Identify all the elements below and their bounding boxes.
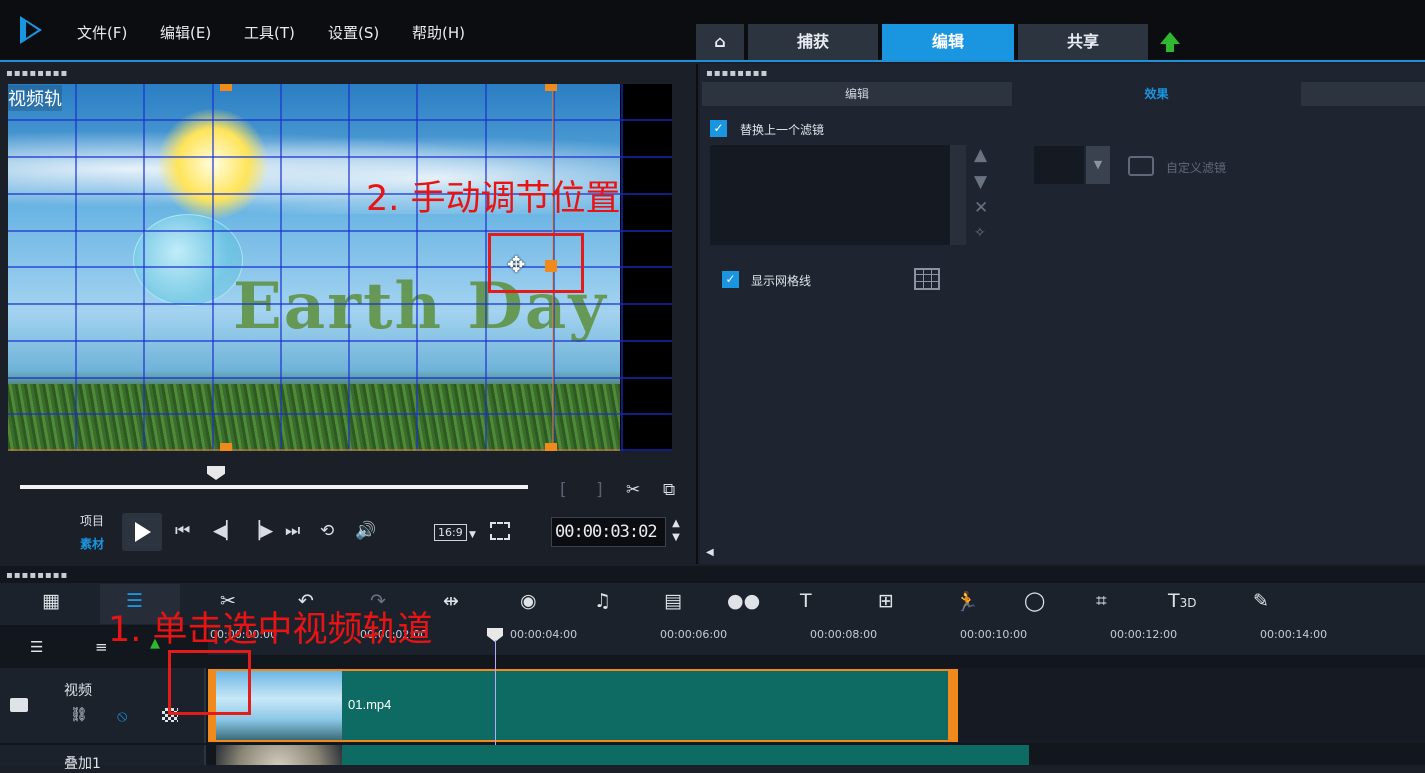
custom-filter-label[interactable]: 自定义滤镜: [1166, 159, 1226, 176]
sound-mixer-icon[interactable]: ♫: [594, 590, 611, 612]
logo-notch: [26, 22, 38, 38]
next-frame-icon[interactable]: ▕▶: [247, 521, 273, 541]
aspect-ratio-value: 16:9: [438, 526, 463, 539]
repeat-icon[interactable]: ⟲: [320, 521, 334, 541]
move-up-icon[interactable]: ▲: [974, 145, 987, 165]
replace-filter-label: 替换上一个滤镜: [740, 123, 825, 137]
mask-icon[interactable]: ◯: [1024, 590, 1045, 612]
grid-settings-icon[interactable]: [914, 268, 940, 290]
preset-dropdown-button[interactable]: ▼: [1086, 146, 1110, 184]
custom-filter-icon[interactable]: [1128, 156, 1154, 176]
ruler-tick-3: 00:00:06:00: [660, 628, 728, 641]
record-capture-icon[interactable]: ◉: [520, 590, 537, 612]
smart-proxy-icon[interactable]: ⇹: [443, 590, 459, 612]
annotation-box-position: [488, 233, 584, 293]
delete-filter-icon[interactable]: ✕: [974, 198, 988, 218]
split-screen-icon[interactable]: ⊞: [878, 590, 894, 612]
enlarge-preview-icon[interactable]: ⧉: [663, 480, 675, 500]
filter-settings-icon[interactable]: ✧: [974, 225, 986, 241]
preview-track-label: 视频轨: [8, 85, 62, 111]
motion-track-icon[interactable]: 🏃: [955, 590, 979, 613]
clip-name: 01.mp4: [348, 697, 392, 712]
menu-file[interactable]: 文件(F): [77, 22, 127, 43]
filter-list[interactable]: [710, 145, 950, 245]
scissors-icon[interactable]: ✂: [626, 480, 640, 500]
options-tab-effect[interactable]: 效果: [1014, 82, 1299, 106]
collapse-arrow-icon[interactable]: ◀: [706, 547, 714, 558]
overlay-track-header[interactable]: [0, 745, 206, 765]
pan-zoom-icon[interactable]: ⌗: [1096, 590, 1107, 612]
resize-handle-top-right[interactable]: [545, 84, 557, 91]
track-manager-icon[interactable]: ☰: [30, 638, 43, 656]
go-start-icon[interactable]: ⏮: [175, 521, 190, 541]
video-track-label: 视频: [64, 683, 92, 699]
chevron-down-icon[interactable]: ▼: [469, 530, 476, 540]
prev-frame-icon[interactable]: ◀▏: [213, 521, 239, 541]
multi-camera-icon[interactable]: ▤: [664, 590, 682, 612]
tab-share[interactable]: 共享: [1018, 24, 1148, 60]
panel-grip[interactable]: ▪▪▪▪▪▪▪▪: [6, 68, 68, 79]
overlay-track-label: 叠加1: [64, 756, 101, 772]
scrubber-track[interactable]: [20, 485, 528, 489]
overlay-clip-thumbnail: [216, 745, 342, 765]
annotation-step2: 2. 手动调节位置: [366, 179, 621, 219]
filter-list-scrollbar[interactable]: [950, 145, 966, 245]
3d-title-icon[interactable]: T3D: [1168, 590, 1196, 612]
home-icon: ⌂: [714, 32, 726, 51]
annotation-box-track: [168, 650, 251, 715]
volume-icon[interactable]: 🔊: [355, 521, 376, 541]
options-tab-edit[interactable]: 编辑: [702, 82, 1012, 106]
menu-edit[interactable]: 编辑(E): [160, 22, 211, 43]
mode-project[interactable]: 项目: [80, 512, 104, 529]
video-camera-icon: [10, 698, 28, 712]
menu-tools[interactable]: 工具(T): [244, 22, 295, 43]
mode-clip[interactable]: 素材: [80, 535, 104, 552]
annotation-step1: 1. 单击选中视频轨道: [108, 610, 433, 650]
ruler-tick-4: 00:00:08:00: [810, 628, 878, 641]
clip-trim-right[interactable]: [948, 669, 956, 742]
mark-in-icon[interactable]: [: [560, 480, 567, 500]
ruler-tick-2: 00:00:04:00: [510, 628, 578, 641]
add-chapter-icon[interactable]: ≡: [95, 638, 108, 656]
options-tab-edit-label: 编辑: [844, 87, 869, 101]
move-down-icon[interactable]: ▼: [974, 172, 987, 192]
blend-icon[interactable]: ●●: [727, 590, 760, 612]
go-end-icon[interactable]: ⏭: [285, 521, 300, 541]
resize-handle-top[interactable]: [220, 84, 232, 91]
upload-icon-stem: [1166, 44, 1174, 52]
storyboard-view-icon[interactable]: ▦: [42, 590, 60, 612]
play-icon: [135, 522, 151, 542]
tab-capture[interactable]: 捕获: [748, 24, 878, 60]
show-grid-checkbox[interactable]: ✓: [722, 271, 739, 288]
menu-settings[interactable]: 设置(S): [328, 22, 379, 43]
show-grid-label: 显示网格线: [751, 274, 812, 288]
timecode-stepper[interactable]: ▲ ▼: [668, 517, 684, 547]
preset-dropdown[interactable]: [1034, 146, 1084, 184]
timeline-grip[interactable]: ▪▪▪▪▪▪▪▪: [6, 570, 68, 581]
ruler-tick-5: 00:00:10:00: [960, 628, 1028, 641]
title-icon[interactable]: T: [800, 590, 812, 612]
ruler-tick-6: 00:00:12:00: [1110, 628, 1178, 641]
change-resize-icon[interactable]: [490, 522, 510, 540]
options-panel: [700, 64, 1425, 564]
timecode-value: 00:00:03:02: [555, 522, 658, 542]
tab-edit[interactable]: 编辑: [882, 24, 1014, 60]
ruler-tick-7: 00:00:14:00: [1260, 628, 1328, 641]
menu-help[interactable]: 帮助(H): [412, 22, 465, 43]
replace-filter-checkbox[interactable]: ✓: [710, 120, 727, 137]
painting-creator-icon[interactable]: ✎: [1253, 590, 1269, 612]
options-grip[interactable]: ▪▪▪▪▪▪▪▪: [706, 68, 768, 79]
mark-out-icon[interactable]: ]: [596, 480, 603, 500]
options-tab-more[interactable]: [1301, 82, 1425, 106]
tab-home[interactable]: ⌂: [696, 24, 744, 60]
options-tab-effect-label: 效果: [1144, 87, 1169, 101]
link-icon[interactable]: ⛓: [70, 707, 88, 723]
upload-icon[interactable]: [1160, 32, 1180, 44]
aspect-ratio-dropdown[interactable]: 16:9: [434, 524, 467, 541]
mute-track-icon[interactable]: ⦸: [117, 706, 127, 726]
